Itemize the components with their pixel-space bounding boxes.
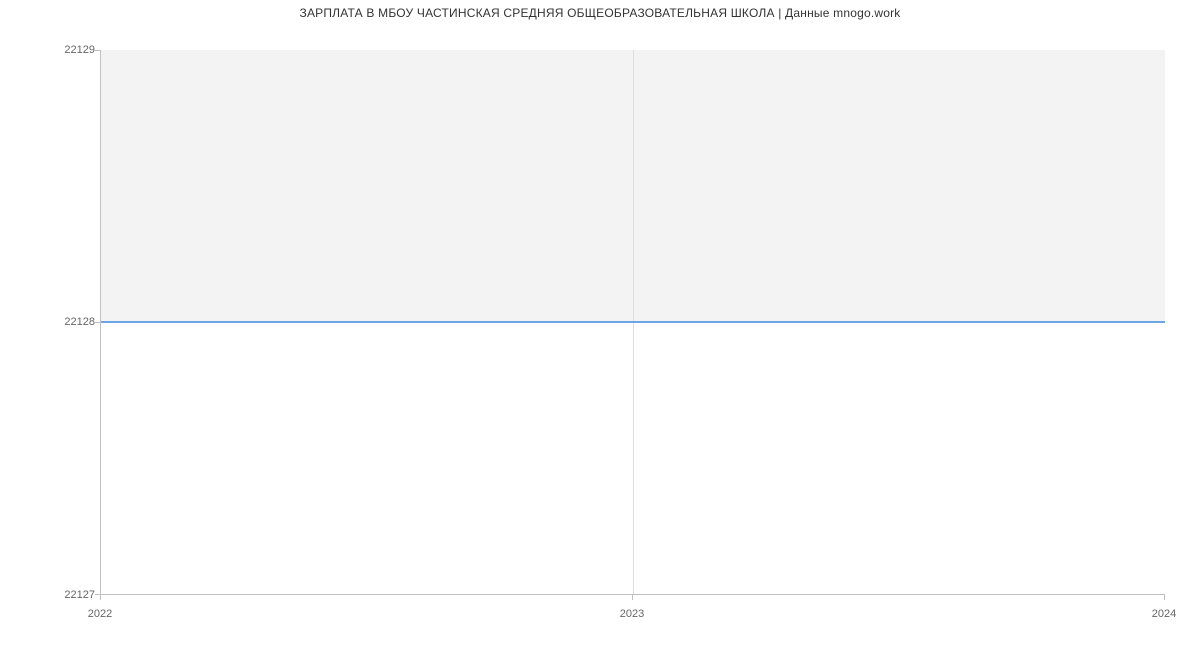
x-tick-label: 2023 — [620, 608, 644, 620]
y-tick-label: 22127 — [0, 589, 95, 601]
x-tick-label: 2022 — [88, 608, 112, 620]
chart-title: ЗАРПЛАТА В МБОУ ЧАСТИНСКАЯ СРЕДНЯЯ ОБЩЕО… — [0, 6, 1200, 20]
x-tick-label: 2024 — [1152, 608, 1176, 620]
x-tick-mark — [1164, 594, 1165, 600]
x-tick-mark — [632, 594, 633, 600]
y-tick-label: 22128 — [0, 316, 95, 328]
data-series-line — [101, 321, 1165, 323]
plot-area — [100, 50, 1165, 595]
chart-container: ЗАРПЛАТА В МБОУ ЧАСТИНСКАЯ СРЕДНЯЯ ОБЩЕО… — [0, 0, 1200, 650]
y-tick-label: 22129 — [0, 44, 95, 56]
x-tick-mark — [100, 594, 101, 600]
